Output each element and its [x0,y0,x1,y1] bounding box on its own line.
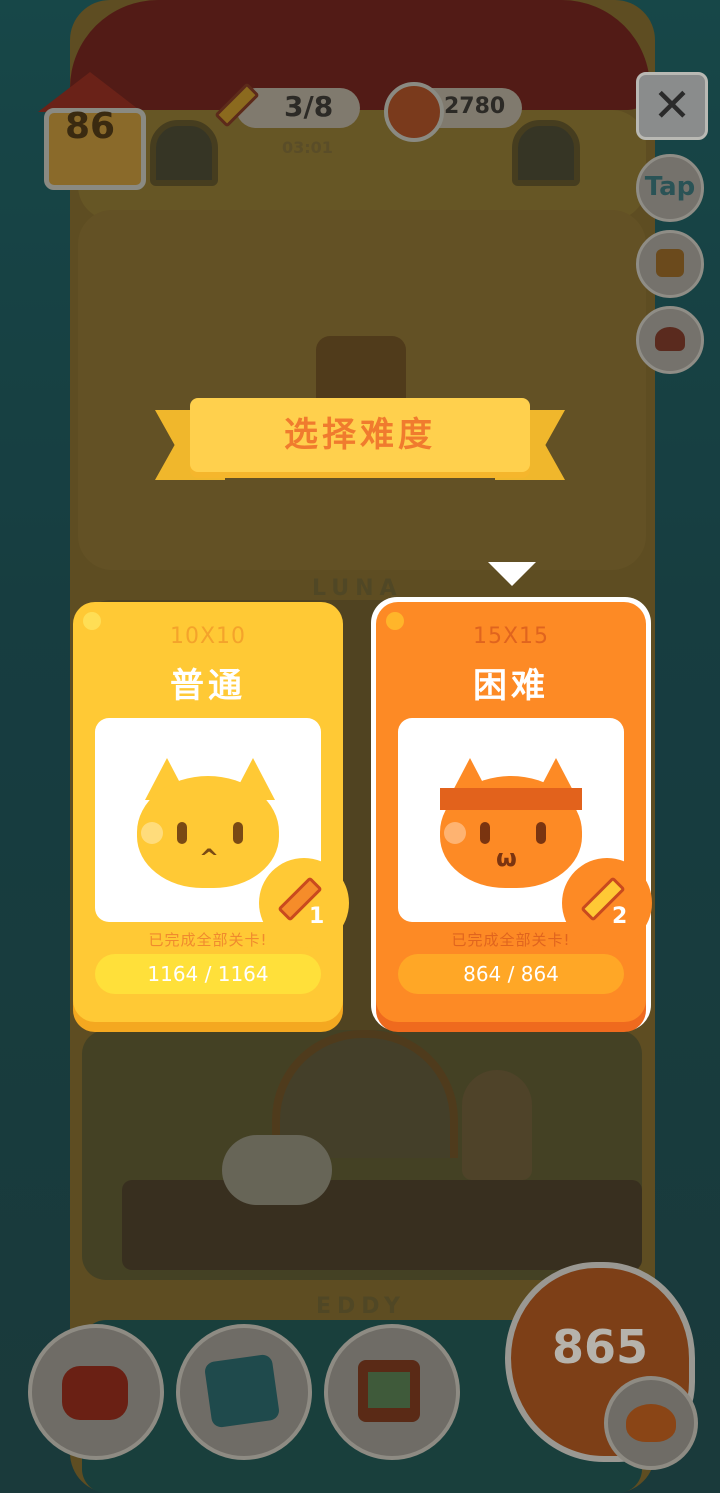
picture-content [368,1372,410,1408]
grid-size-label: 10X10 [169,624,247,649]
close-icon: ✕ [652,78,692,132]
close-button[interactable]: ✕ [636,72,708,140]
armchair-icon [62,1366,128,1420]
gallery-button[interactable] [324,1324,460,1460]
coin-count: 2780 [444,94,506,119]
progress-text: 1164 / 1164 [147,962,269,986]
level-count: 865 [551,1320,649,1374]
paint-brush-button[interactable] [636,230,704,298]
pencil-count: 3/8 [284,90,334,123]
difficulty-name: 困难 [473,666,549,706]
book-icon [203,1353,281,1429]
pencil-cost: 2 [612,904,628,929]
difficulty-name: 普通 [170,666,246,706]
cat-blush [444,822,466,844]
cat-face-icon: ω [440,776,582,888]
completion-status: 已完成全部关卡! [148,931,268,949]
pencil-cost: 1 [309,904,325,929]
cat-food-can-icon [384,82,444,142]
cat-eye [177,822,187,844]
cat-eye [536,822,546,844]
progress-bar: 1164 / 1164 [95,954,321,994]
difficulty-title: 选择难度 [190,398,530,472]
house-level-badge[interactable]: 86 [18,72,160,192]
cat-face-icon: ^ [137,776,279,888]
cat-eye [480,822,490,844]
cat-eye [233,822,243,844]
selected-arrow-indicator [488,562,536,586]
tap-button[interactable]: Tap [636,154,704,222]
progress-bar: 864 / 864 [398,954,624,994]
completion-status: 已完成全部关卡! [451,931,571,949]
picture-frame-icon [358,1360,420,1422]
progress-text: 864 / 864 [463,962,559,986]
cat-mouth: ^ [199,844,220,872]
difficulty-card-normal[interactable]: 10X10 普通 ^ 1 已完成全部关卡! 1164 / 1164 [73,602,349,1022]
brush-icon [656,249,684,277]
cat-mouth: ω [496,844,517,872]
cat-headband [440,788,582,810]
stamp-icon [655,327,685,351]
furniture-button[interactable] [28,1324,164,1460]
grid-size-label: 15X15 [472,624,550,649]
pencil-timer: 03:01 [282,138,333,157]
stamp-button[interactable] [636,306,704,374]
cat-face-icon [626,1404,676,1442]
house-level-value: 86 [64,106,116,147]
collection-book-button[interactable] [176,1324,312,1460]
cat-blush [141,822,163,844]
difficulty-card-hard[interactable]: 15X15 困难 ω 2 已完成全部关卡! 864 / 864 [376,602,652,1022]
cat-shortcut-button[interactable] [604,1376,698,1470]
